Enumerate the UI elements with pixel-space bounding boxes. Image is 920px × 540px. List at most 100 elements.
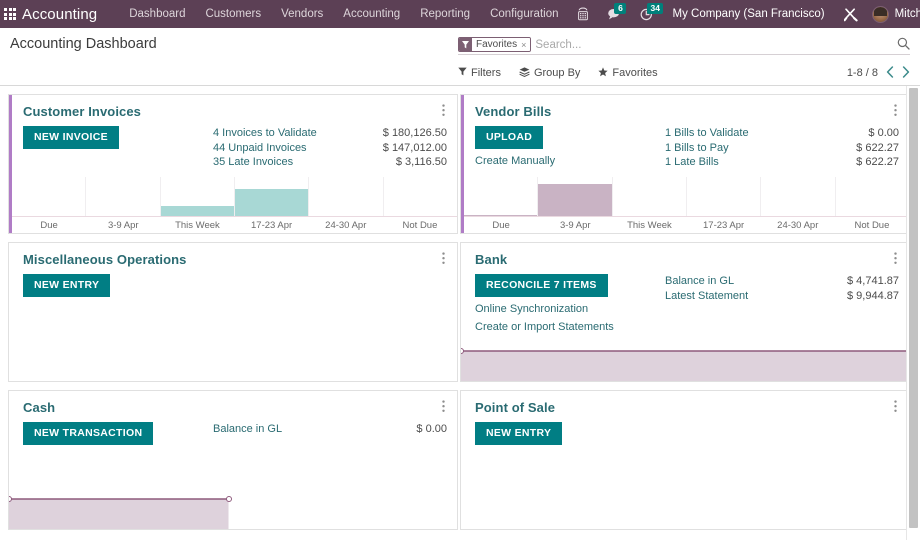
messages-count-badge: 6: [614, 3, 626, 14]
nav-menu-vendors[interactable]: Vendors: [271, 0, 333, 28]
x-axis-tick-label: Due: [12, 220, 86, 231]
page-title: Accounting Dashboard: [10, 36, 157, 52]
pager-previous-icon[interactable]: [886, 66, 894, 80]
pager: 1-8 / 8: [847, 66, 910, 80]
stat-row: Balance in GL $ 4,741.87: [665, 274, 899, 289]
pager-next-icon[interactable]: [902, 66, 910, 80]
stat-value: $ 147,012.00: [383, 141, 447, 156]
layers-icon: [519, 67, 530, 80]
stat-label[interactable]: Balance in GL: [213, 422, 282, 437]
aged-balance-bar-chart: Due3-9 AprThis Week17-23 Apr24-30 AprNot…: [464, 177, 909, 233]
card-title[interactable]: Vendor Bills: [475, 104, 551, 119]
nav-menu-reporting[interactable]: Reporting: [410, 0, 480, 28]
activities-clock-icon[interactable]: 34: [631, 0, 662, 28]
group-by-button[interactable]: Group By: [519, 67, 590, 80]
bar-slot[interactable]: [85, 177, 159, 216]
bar-slot[interactable]: [612, 177, 686, 216]
top-navbar: Accounting Dashboard Customers Vendors A…: [0, 0, 920, 28]
messages-icon[interactable]: 6: [598, 0, 631, 28]
kebab-menu-icon[interactable]: [440, 400, 447, 413]
x-axis-tick-label: 24-30 Apr: [761, 220, 835, 231]
nav-menu-customers[interactable]: Customers: [195, 0, 271, 28]
sub-link-online-synchronization[interactable]: Online Synchronization: [475, 303, 665, 315]
kebab-menu-icon[interactable]: [892, 400, 899, 413]
bar-slot[interactable]: [464, 177, 537, 216]
card-body: NEW TRANSACTION Balance in GL$ 0.00: [9, 415, 457, 445]
primary-action-button-cash[interactable]: NEW TRANSACTION: [23, 422, 153, 445]
stat-label[interactable]: 4 Invoices to Validate: [213, 126, 317, 141]
primary-action-button-bank[interactable]: RECONCILE 7 ITEMS: [475, 274, 608, 297]
card-title[interactable]: Point of Sale: [475, 400, 555, 415]
bar-slot[interactable]: [160, 177, 234, 216]
card-title[interactable]: Cash: [23, 400, 55, 415]
primary-action-button-miscellaneous-operations[interactable]: NEW ENTRY: [23, 274, 110, 297]
card-title[interactable]: Customer Invoices: [23, 104, 141, 119]
bar-slot[interactable]: [686, 177, 760, 216]
primary-action-button-point-of-sale[interactable]: NEW ENTRY: [475, 422, 562, 445]
bar-slot[interactable]: [383, 177, 457, 216]
bar-due[interactable]: [464, 215, 537, 216]
card-title[interactable]: Bank: [475, 252, 507, 267]
bar-slot[interactable]: [308, 177, 382, 216]
company-switcher[interactable]: My Company (San Francisco): [662, 8, 834, 20]
stat-label[interactable]: 44 Unpaid Invoices: [213, 141, 307, 156]
control-panel-buttons-row: Filters Group By Favorites 1-8 / 8: [0, 60, 920, 86]
x-axis-tick-label: This Week: [612, 220, 686, 231]
x-axis-tick-label: 3-9 Apr: [86, 220, 160, 231]
kebab-menu-icon[interactable]: [892, 252, 899, 265]
user-menu[interactable]: Mitchell Admin: [868, 6, 920, 23]
scrollbar-thumb[interactable]: [909, 88, 918, 528]
stat-label[interactable]: 1 Bills to Pay: [665, 141, 729, 156]
stat-value: $ 4,741.87: [847, 274, 899, 289]
favorites-button[interactable]: Favorites: [598, 67, 667, 80]
filters-button[interactable]: Filters: [458, 67, 511, 79]
app-brand-title[interactable]: Accounting: [22, 6, 97, 23]
primary-action-button-vendor-bills[interactable]: UPLOAD: [475, 126, 543, 149]
bar-slot[interactable]: [234, 177, 308, 216]
dashboard-body: Customer Invoices NEW INVOICE 4 Invoices t…: [0, 86, 920, 540]
favorites-label: Favorites: [612, 67, 657, 79]
bar-slot[interactable]: [537, 177, 611, 216]
search-view[interactable]: Favorites ×: [458, 35, 910, 55]
pager-range: 1-8 / 8: [847, 67, 878, 79]
sub-link-create-manually[interactable]: Create Manually: [475, 155, 665, 167]
group-by-label: Group By: [534, 67, 580, 79]
nav-menu-configuration[interactable]: Configuration: [480, 0, 568, 28]
search-icon[interactable]: [893, 37, 910, 53]
journal-cards-grid: Customer Invoices NEW INVOICE 4 Invoices t…: [8, 94, 912, 530]
kebab-menu-icon[interactable]: [440, 252, 447, 265]
stat-label[interactable]: Balance in GL: [665, 274, 734, 289]
kebab-menu-icon[interactable]: [440, 104, 447, 117]
journal-card-customer-invoices: Customer Invoices NEW INVOICE 4 Invoices t…: [8, 94, 458, 234]
nav-menu-accounting[interactable]: Accounting: [333, 0, 410, 28]
bar-slot[interactable]: [835, 177, 909, 216]
nav-menu-dashboard[interactable]: Dashboard: [119, 0, 195, 28]
apps-grid-icon[interactable]: [4, 0, 16, 28]
bar-this-week[interactable]: [161, 206, 234, 216]
card-actions: NEW ENTRY: [23, 274, 213, 297]
primary-action-button-customer-invoices[interactable]: NEW INVOICE: [23, 126, 119, 149]
data-point-marker[interactable]: [226, 496, 232, 502]
filter-funnel-icon: [459, 38, 472, 51]
search-facet-favorites[interactable]: Favorites ×: [458, 37, 531, 52]
balance-area-chart: [461, 343, 909, 381]
stat-label[interactable]: 1 Bills to Validate: [665, 126, 749, 141]
bar-chart-x-axis: Due3-9 AprThis Week17-23 Apr24-30 AprNot…: [464, 217, 909, 233]
kebab-menu-icon[interactable]: [892, 104, 899, 117]
vertical-scrollbar[interactable]: [906, 86, 919, 540]
bar-slot[interactable]: [12, 177, 85, 216]
bar-3-9-apr[interactable]: [538, 184, 611, 216]
facet-remove-icon[interactable]: ×: [521, 40, 526, 50]
search-input[interactable]: [533, 39, 893, 51]
bar-slot[interactable]: [760, 177, 834, 216]
developer-tools-icon[interactable]: [835, 0, 868, 28]
x-axis-tick-label: Due: [464, 220, 538, 231]
sub-link-create-or-import-statements[interactable]: Create or Import Statements: [475, 321, 665, 333]
card-stats: Balance in GL$ 0.00: [213, 422, 447, 445]
phone-dialpad-icon[interactable]: [568, 0, 598, 28]
stat-label[interactable]: 1 Late Bills: [665, 155, 719, 170]
bar-17-23-apr[interactable]: [235, 189, 308, 216]
card-title[interactable]: Miscellaneous Operations: [23, 252, 187, 267]
stat-label[interactable]: 35 Late Invoices: [213, 155, 293, 170]
card-actions: NEW ENTRY: [475, 422, 665, 445]
